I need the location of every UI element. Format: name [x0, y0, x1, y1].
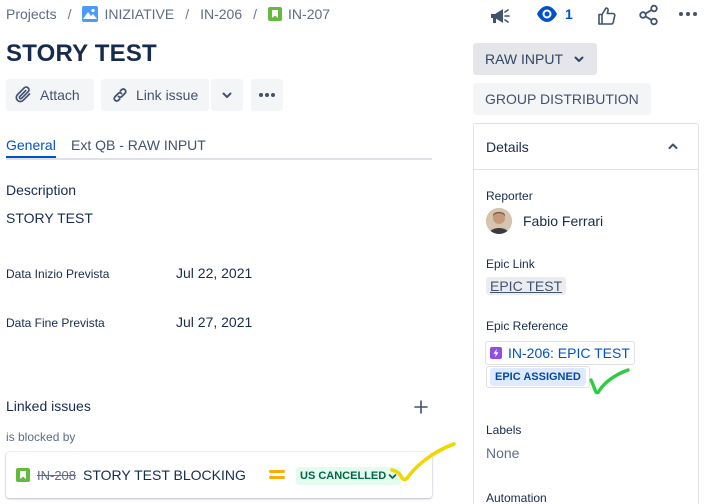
description-label: Description — [6, 182, 77, 198]
breadcrumb-separator: / — [253, 6, 258, 22]
green-checkmark-annotation — [588, 366, 632, 396]
reporter-label: Reporter — [486, 189, 533, 203]
priority-medium-icon — [269, 469, 285, 481]
epic-status-box: EPIC ASSIGNED — [486, 366, 590, 388]
link-issue-button[interactable]: Link issue — [101, 79, 209, 111]
breadcrumb-projects[interactable]: Projects — [6, 6, 57, 22]
breadcrumb-project[interactable]: INIZIATIVE — [104, 6, 174, 22]
status-label: US CANCELLED — [300, 470, 387, 482]
chevron-down-icon — [220, 88, 234, 102]
more-horizontal-icon[interactable] — [677, 2, 699, 26]
story-icon — [268, 7, 283, 21]
labels-label: Labels — [486, 423, 522, 437]
end-date-label: Data Fine Prevista — [6, 316, 105, 330]
status-raw-input-button[interactable]: RAW INPUT — [473, 43, 598, 75]
epic-reference-label: Epic Reference — [486, 319, 569, 333]
eye-icon — [536, 3, 558, 25]
epic-link-chip[interactable]: EPIC TEST — [486, 277, 567, 295]
epic-reference-value: IN-206: EPIC TEST — [508, 345, 630, 361]
megaphone-icon[interactable] — [489, 4, 511, 28]
linked-issue-status[interactable]: US CANCELLED — [296, 467, 402, 485]
details-title: Details — [486, 139, 529, 155]
epic-status-lozenge: EPIC ASSIGNED — [490, 368, 586, 386]
breadcrumb-epic[interactable]: IN-206 — [200, 6, 242, 22]
tab-ext-qb-raw-input[interactable]: Ext QB - RAW INPUT — [71, 137, 206, 153]
issue-title[interactable]: STORY TEST — [6, 40, 157, 68]
story-icon — [16, 468, 30, 482]
active-tab-indicator — [6, 156, 56, 158]
linked-issue-row[interactable]: IN-208 STORY TEST BLOCKING US CANCELLED — [6, 452, 432, 498]
end-date-value[interactable]: Jul 27, 2021 — [176, 314, 252, 330]
link-icon — [110, 85, 130, 105]
link-issue-label: Link issue — [136, 87, 199, 103]
details-panel: Details Reporter Fabio Ferrari Epic Link… — [473, 123, 699, 504]
breadcrumb-separator: / — [67, 6, 72, 22]
linked-issues-title: Linked issues — [6, 398, 91, 414]
link-relation-label: is blocked by — [6, 430, 76, 444]
watch-count: 1 — [565, 6, 573, 22]
thumbs-up-icon[interactable] — [597, 4, 617, 28]
description-value[interactable]: STORY TEST — [6, 210, 93, 226]
tab-bar: General Ext QB - RAW INPUT — [6, 134, 432, 160]
plus-icon[interactable] — [412, 398, 430, 416]
avatar — [486, 208, 512, 234]
start-date-label: Data Inizio Prevista — [6, 267, 110, 281]
watch-button[interactable]: 1 — [536, 2, 573, 26]
group-distribution-label: GROUP DISTRIBUTION — [485, 91, 639, 107]
group-distribution-button[interactable]: GROUP DISTRIBUTION — [473, 83, 651, 115]
epic-link-label: Epic Link — [486, 257, 535, 271]
epic-reference-link[interactable]: IN-206: EPIC TEST — [485, 341, 635, 365]
yellow-checkmark-annotation — [388, 440, 460, 484]
attach-button[interactable]: Attach — [6, 79, 94, 111]
labels-value[interactable]: None — [486, 445, 519, 461]
attach-label: Attach — [40, 87, 80, 103]
paperclip-icon — [14, 85, 34, 105]
tab-general[interactable]: General — [6, 137, 56, 153]
share-icon[interactable] — [638, 3, 660, 27]
more-actions-button[interactable] — [251, 79, 283, 111]
status-raw-input-label: RAW INPUT — [485, 51, 564, 67]
more-horizontal-icon — [257, 85, 277, 105]
chevron-down-icon — [573, 53, 585, 65]
breadcrumb-separator: / — [185, 6, 190, 22]
link-issue-dropdown-button[interactable] — [211, 79, 243, 111]
breadcrumb-issue[interactable]: IN-207 — [288, 6, 330, 22]
automation-label[interactable]: Automation — [486, 491, 547, 504]
linked-issue-summary[interactable]: STORY TEST BLOCKING — [83, 467, 246, 483]
chevron-up-icon[interactable] — [666, 139, 680, 153]
breadcrumb: Projects / INIZIATIVE / IN-206 / IN-207 — [6, 4, 330, 24]
linked-issue-key[interactable]: IN-208 — [37, 468, 76, 483]
start-date-value[interactable]: Jul 22, 2021 — [176, 265, 252, 281]
reporter-name[interactable]: Fabio Ferrari — [523, 213, 603, 229]
project-avatar-icon — [82, 6, 99, 22]
details-header[interactable]: Details — [474, 124, 698, 170]
epic-icon — [490, 347, 502, 359]
